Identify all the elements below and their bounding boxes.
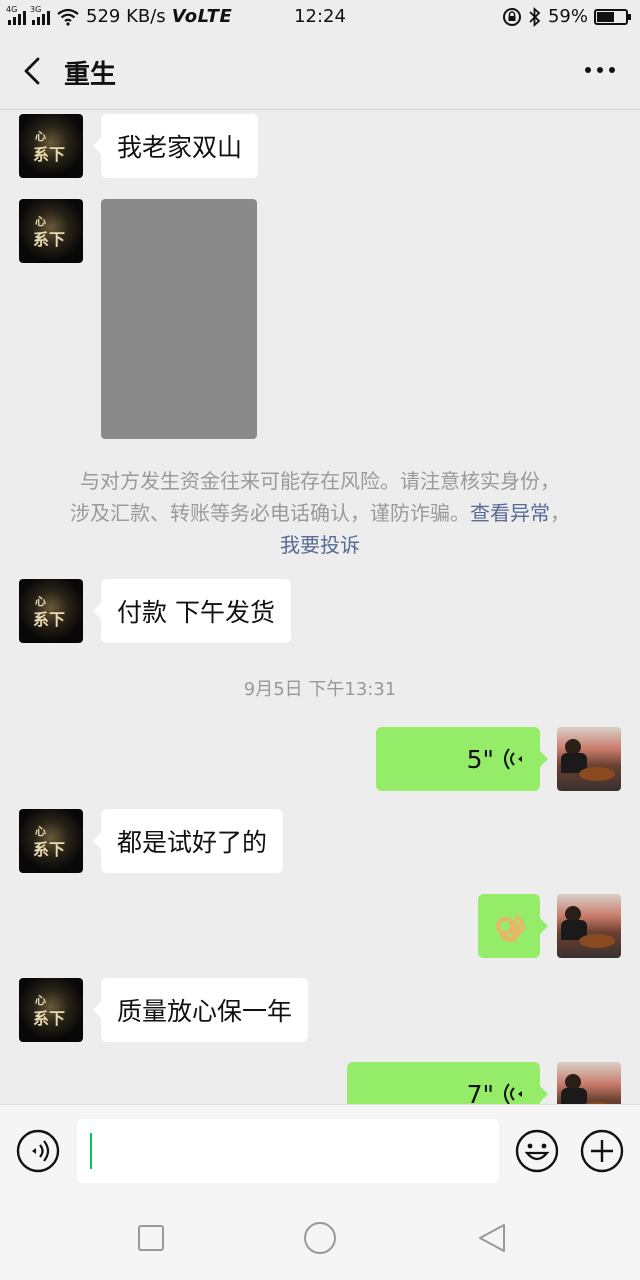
emoji-icon[interactable] xyxy=(515,1129,559,1173)
message-text: 都是试好了的 xyxy=(117,828,268,857)
home-icon[interactable] xyxy=(302,1220,338,1256)
recent-apps-icon[interactable] xyxy=(133,1220,169,1256)
avatar-glyph: 心系下 xyxy=(33,215,66,249)
rotation-lock-icon xyxy=(502,7,521,26)
input-bar xyxy=(0,1104,640,1196)
message-text: 付款 下午发货 xyxy=(117,598,275,627)
my-avatar[interactable] xyxy=(557,727,621,791)
chat-title: 重生 xyxy=(64,60,117,90)
risk-notice-line2: 涉及汇款、转账等务必电话确认，谨防诈骗。查看异常， xyxy=(40,497,600,529)
more-options-icon[interactable] xyxy=(582,58,618,82)
voice-message-sent[interactable]: 7" xyxy=(347,1062,548,1105)
avatar-glyph: 心系下 xyxy=(33,825,66,859)
my-avatar[interactable] xyxy=(557,1062,621,1104)
battery-fill xyxy=(597,11,614,22)
voice-wave-icon xyxy=(504,748,522,770)
battery-percent: 59% xyxy=(547,6,588,27)
image-message[interactable] xyxy=(101,199,257,439)
contact-avatar[interactable]: 心系下 xyxy=(19,114,83,178)
risk-notice-comma: ， xyxy=(550,501,570,525)
voice-message-sent[interactable]: 5" xyxy=(376,727,548,791)
message-text: 质量放心保一年 xyxy=(117,997,293,1026)
add-more-icon[interactable] xyxy=(580,1129,624,1173)
voice-duration: 7" xyxy=(466,1079,494,1105)
back-nav-icon[interactable] xyxy=(474,1220,510,1256)
message-timestamp: 9月5日 下午13:31 xyxy=(243,679,397,700)
risk-notice-line1: 与对方发生资金往来可能存在风险。请注意核实身份， xyxy=(80,469,560,493)
risk-notice-line2-text: 涉及汇款、转账等务必电话确认，谨防诈骗。 xyxy=(70,501,470,525)
check-exception-link[interactable]: 查看异常 xyxy=(470,501,550,525)
contact-avatar[interactable]: 心系下 xyxy=(19,809,83,873)
chat-header: 重生 xyxy=(0,34,640,110)
message-bubble-received[interactable]: 都是试好了的 xyxy=(92,809,284,873)
message-text: 我老家双山 xyxy=(117,133,243,162)
status-right: 59% xyxy=(502,6,631,27)
avatar-glyph: 心系下 xyxy=(33,994,66,1028)
contact-avatar[interactable]: 心系下 xyxy=(19,199,83,263)
battery-icon xyxy=(594,8,631,25)
my-avatar[interactable] xyxy=(557,894,621,958)
voice-duration: 5" xyxy=(466,744,494,774)
bluetooth-icon xyxy=(529,6,541,27)
complain-link[interactable]: 我要投诉 xyxy=(280,533,360,557)
voice-input-toggle-icon[interactable] xyxy=(16,1129,60,1173)
contact-avatar[interactable]: 心系下 xyxy=(19,978,83,1042)
status-bar: 4G 3G 529 KB/s VoLTE 12:24 59% xyxy=(0,0,640,34)
message-bubble-received[interactable]: 质量放心保一年 xyxy=(92,978,309,1042)
back-arrow-icon[interactable] xyxy=(18,56,48,86)
message-input[interactable] xyxy=(77,1119,499,1183)
system-nav-bar xyxy=(0,1196,640,1280)
avatar-glyph: 心系下 xyxy=(33,130,66,164)
voice-wave-icon xyxy=(504,1083,522,1104)
avatar-glyph: 心系下 xyxy=(33,595,66,629)
message-list[interactable]: 心系下 我老家双山 心系下 与对方发生资金往来可能存在风险。请注意核实身份， 涉… xyxy=(0,111,640,1104)
contact-avatar[interactable]: 心系下 xyxy=(19,579,83,643)
message-bubble-received[interactable]: 我老家双山 xyxy=(92,114,259,178)
emoji-message-sent[interactable] xyxy=(478,894,548,958)
ok-hand-emoji-icon xyxy=(496,915,526,942)
risk-notice: 与对方发生资金往来可能存在风险。请注意核实身份， 涉及汇款、转账等务必电话确认，… xyxy=(40,465,600,561)
text-caret xyxy=(90,1133,92,1169)
message-bubble-received[interactable]: 付款 下午发货 xyxy=(93,579,291,643)
